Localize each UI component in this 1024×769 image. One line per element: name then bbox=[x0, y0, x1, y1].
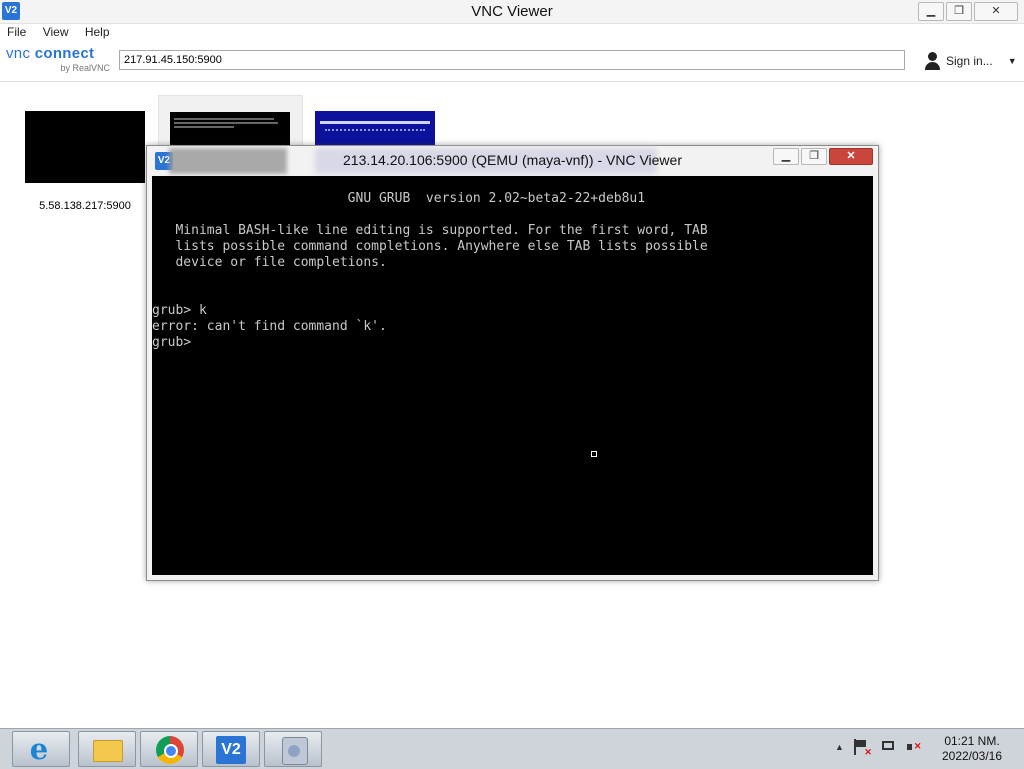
sign-in-label: Sign in... bbox=[946, 54, 993, 68]
console-line: GNU GRUB version 2.02~beta2-22+deb8u1 bbox=[152, 191, 646, 206]
file-explorer-icon bbox=[93, 740, 123, 762]
menu-view[interactable]: View bbox=[36, 24, 75, 39]
network-icon[interactable] bbox=[880, 739, 896, 755]
console-line: grub> bbox=[152, 335, 192, 350]
logo-connect-text: connect bbox=[34, 45, 95, 62]
taskbar-setup-button[interactable] bbox=[264, 731, 322, 767]
menu-file[interactable]: File bbox=[0, 24, 32, 39]
logo-by-text: by RealVNC bbox=[60, 63, 110, 73]
menu-bar: File View Help bbox=[0, 24, 116, 42]
console-line: device or file completions. bbox=[152, 255, 387, 270]
session-titlebar[interactable]: V2 213.14.20.106:5900 (QEMU (maya-vnf)) … bbox=[147, 146, 878, 174]
user-icon bbox=[924, 52, 941, 70]
taskbar-explorer-button[interactable] bbox=[78, 731, 136, 767]
session-restore-button[interactable]: ❐ bbox=[801, 148, 827, 165]
minimize-button[interactable]: ▁ bbox=[918, 2, 944, 21]
window-title: VNC Viewer bbox=[471, 3, 553, 20]
vnc-connect-logo: vnc connect by RealVNC bbox=[6, 46, 112, 78]
remote-screen[interactable]: GNU GRUB version 2.02~beta2-22+deb8u1 Mi… bbox=[152, 176, 873, 575]
system-tray: ▲ bbox=[835, 739, 922, 758]
close-button[interactable]: ✕ bbox=[974, 2, 1018, 21]
address-input[interactable] bbox=[119, 50, 905, 70]
action-center-flag-icon[interactable] bbox=[853, 739, 872, 758]
console-line: Minimal BASH-like line editing is suppor… bbox=[152, 223, 708, 238]
taskbar-chrome-button[interactable] bbox=[140, 731, 198, 767]
toolbar: vnc connect by RealVNC Sign in... ▼ bbox=[0, 43, 1024, 82]
taskbar-ie-button[interactable]: e bbox=[12, 731, 70, 767]
logo-vnc-text: vnc bbox=[6, 45, 31, 62]
console-line: error: can't find command `k'. bbox=[152, 319, 387, 334]
taskbar: e V2 ▲ 01:21 NM. 2022/03/16 bbox=[0, 728, 1024, 769]
sign-in-button[interactable]: Sign in... ▼ bbox=[924, 52, 1017, 70]
show-hidden-icons-button[interactable]: ▲ bbox=[835, 742, 844, 752]
menu-help[interactable]: Help bbox=[78, 24, 116, 39]
taskbar-vnc-button[interactable]: V2 bbox=[202, 731, 260, 767]
volume-muted-icon[interactable] bbox=[906, 739, 922, 755]
clock-time: 01:21 NM. bbox=[944, 734, 1000, 748]
console-line: grub> k bbox=[152, 303, 207, 318]
session-window-controls: ▁ ❐ ✕ bbox=[773, 148, 873, 165]
mouse-cursor-icon bbox=[591, 451, 597, 457]
console-line: lists possible command completions. Anyw… bbox=[152, 239, 708, 254]
setup-icon bbox=[282, 737, 308, 765]
clock-date: 2022/03/16 bbox=[941, 749, 1003, 763]
connection-thumbnail-label[interactable]: 5.58.138.217:5900 bbox=[25, 200, 145, 212]
vnc-session-window[interactable]: V2 213.14.20.106:5900 (QEMU (maya-vnf)) … bbox=[146, 145, 879, 581]
session-title: 213.14.20.106:5900 (QEMU (maya-vnf)) - V… bbox=[343, 152, 682, 168]
connection-thumbnail[interactable] bbox=[25, 111, 145, 183]
vnc-viewer-icon: V2 bbox=[216, 736, 246, 764]
window-controls: ▁ ❐ ✕ bbox=[918, 2, 1018, 21]
restore-button[interactable]: ❐ bbox=[946, 2, 972, 21]
clock[interactable]: 01:21 NM. 2022/03/16 bbox=[930, 734, 1014, 764]
chevron-down-icon[interactable]: ▼ bbox=[1008, 56, 1017, 66]
chrome-icon bbox=[156, 736, 184, 764]
session-minimize-button[interactable]: ▁ bbox=[773, 148, 799, 165]
session-close-button[interactable]: ✕ bbox=[829, 148, 873, 165]
ie-icon: e bbox=[29, 732, 49, 766]
main-titlebar[interactable]: V2 VNC Viewer ▁ ❐ ✕ bbox=[0, 0, 1024, 24]
